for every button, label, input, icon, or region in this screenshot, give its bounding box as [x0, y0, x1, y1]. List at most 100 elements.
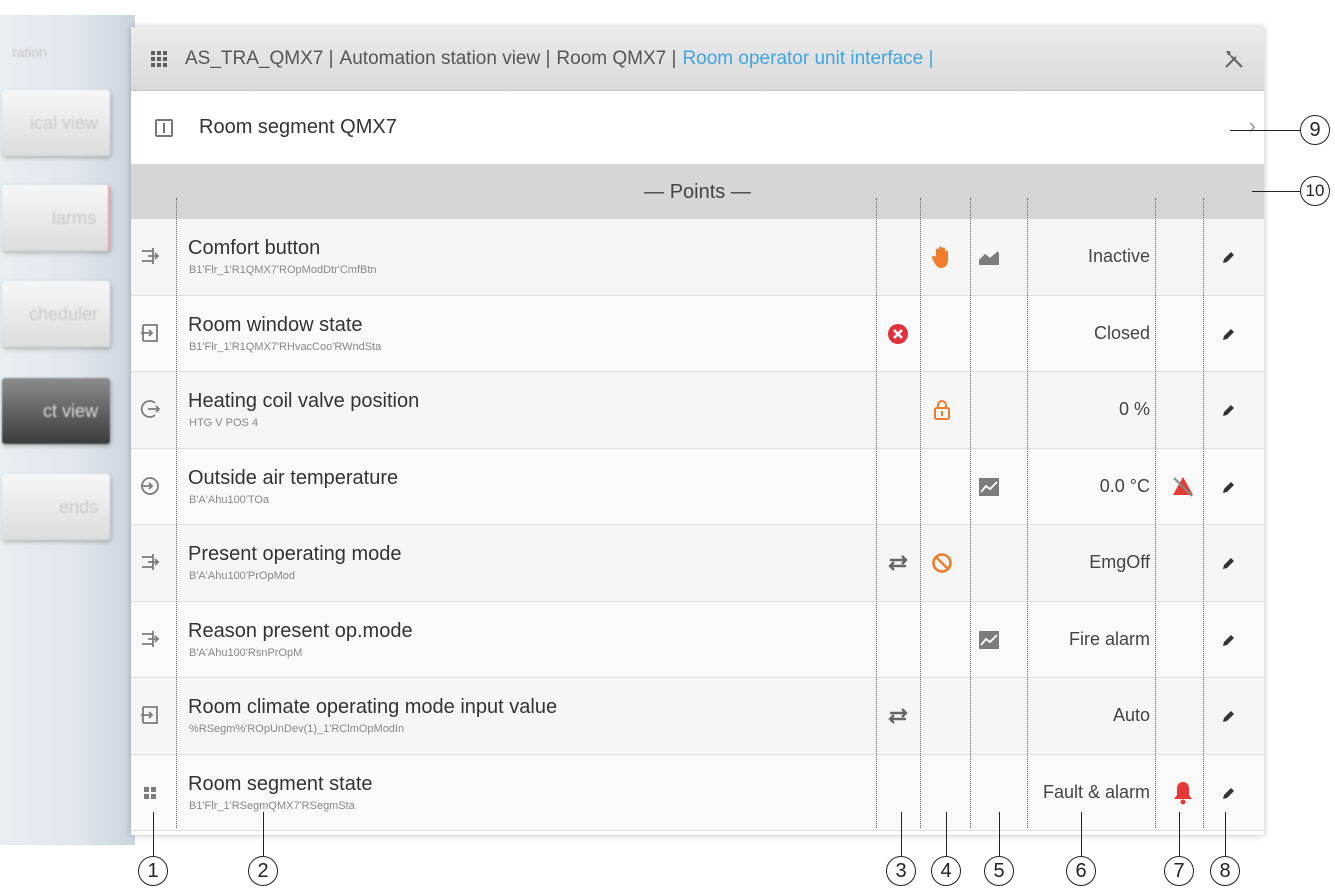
trend-chart-icon[interactable]: [974, 626, 1004, 654]
transfer-arrows-icon: [883, 549, 913, 577]
point-row-comfort-button[interactable]: Comfort button B1'Flr_1'R1QMX7'ROpModDtr…: [131, 219, 1264, 296]
column-separator: [1155, 198, 1156, 828]
point-row-present-operating-mode[interactable]: Present operating mode B'A'Ahu100'PrOpMo…: [131, 525, 1264, 602]
multistate-io-icon: [142, 630, 160, 647]
callout-6: 6: [1066, 856, 1096, 886]
point-value: 0.0 °C: [1099, 475, 1150, 496]
point-name: Present operating mode: [188, 543, 402, 565]
column-separator: [920, 198, 921, 828]
blocked-icon: [927, 549, 957, 577]
point-address: %RSegm%'ROpUnDev(1)_1'RClmOpModIn: [189, 723, 405, 735]
screen: ration ical view larms cheduler ct view …: [0, 0, 1335, 891]
point-name: Outside air temperature: [188, 466, 399, 489]
point-address: HTG V POS 4: [189, 417, 259, 429]
callout-leader: [1230, 130, 1300, 131]
point-value: Inactive: [1087, 246, 1150, 266]
analog-input-icon: [141, 476, 159, 495]
segment-state-icon: [144, 786, 156, 799]
edit-pencil-icon[interactable]: [1221, 557, 1235, 571]
trend-chart-icon[interactable]: [974, 243, 1004, 271]
callout-leader: [946, 812, 947, 856]
callout-4: 4: [931, 856, 961, 886]
point-row-room-climate-mode-input[interactable]: Room climate operating mode input value …: [131, 678, 1264, 755]
point-row-heating-coil-valve[interactable]: Heating coil valve position HTG V POS 4 …: [131, 372, 1264, 449]
point-name: Room climate operating mode input value: [188, 696, 558, 718]
point-address: B'A'Ahu100'PrOpMod: [189, 570, 295, 582]
multistate-io-icon: [142, 554, 160, 570]
apps-grid-icon[interactable]: [151, 50, 167, 67]
side-nav-item-trends[interactable]: ends: [2, 474, 110, 540]
binary-input-icon: [141, 706, 158, 724]
breadcrumb: AS_TRA_QMX7 | Automation station view | …: [185, 48, 939, 70]
alarm-bell-icon[interactable]: [1168, 779, 1198, 807]
transfer-arrows-icon: [883, 702, 913, 730]
edit-pencil-icon[interactable]: [1221, 404, 1235, 418]
point-value: Auto: [1112, 705, 1150, 725]
column-separator: [970, 198, 971, 828]
side-nav-item-alarms[interactable]: larms: [2, 185, 110, 251]
edit-pencil-icon[interactable]: [1221, 481, 1235, 495]
callout-10: 10: [1300, 176, 1330, 206]
point-address: B1'Flr_1'R1QMX7'RHvacCoo'RWndSta: [189, 340, 382, 353]
room-segment-row[interactable]: Room segment QMX7 ›: [131, 91, 1264, 165]
point-value: Closed: [1093, 322, 1150, 343]
side-nav-item-graphical-view[interactable]: ical view: [2, 90, 110, 156]
point-name: Heating coil valve position: [188, 390, 420, 412]
point-value: Fault & alarm: [1042, 781, 1150, 802]
point-name: Comfort button: [188, 237, 321, 259]
callout-leader: [1225, 812, 1226, 856]
point-value: 0 %: [1118, 399, 1150, 419]
side-nav-item-object-view[interactable]: ct view: [2, 378, 110, 444]
edit-pencil-icon[interactable]: [1221, 634, 1235, 648]
point-address: B1'Flr_1'R1QMX7'ROpModDtr'CmfBtn: [189, 264, 377, 276]
callout-8: 8: [1210, 856, 1240, 886]
callout-2: 2: [248, 856, 278, 886]
binary-input-icon: [141, 323, 158, 342]
alarm-muted-icon: [1168, 473, 1198, 501]
panel-icon: [155, 118, 173, 137]
panel-header: AS_TRA_QMX7 | Automation station view | …: [131, 27, 1264, 91]
edit-pencil-icon[interactable]: [1221, 787, 1235, 801]
points-section-header: — Points —: [131, 165, 1264, 219]
column-separator: [1027, 198, 1028, 828]
error-x-icon: [883, 320, 913, 348]
edit-pencil-icon[interactable]: [1221, 710, 1235, 724]
point-name: Room window state: [188, 313, 363, 336]
room-operator-panel: AS_TRA_QMX7 | Automation station view | …: [131, 27, 1264, 835]
callout-leader: [1081, 812, 1082, 856]
multistate-io-icon: [142, 248, 160, 264]
breadcrumb-room[interactable]: Room QMX7 |: [556, 48, 676, 70]
column-separator: [876, 198, 877, 828]
callout-7: 7: [1164, 856, 1194, 886]
points-list: Comfort button B1'Flr_1'R1QMX7'ROpModDtr…: [131, 219, 1264, 831]
point-row-outside-air-temperature[interactable]: Outside air temperature B'A'Ahu100'TOa 0…: [131, 448, 1264, 525]
breadcrumb-station-view[interactable]: Automation station view |: [340, 48, 551, 70]
edit-pencil-icon[interactable]: [1221, 251, 1235, 265]
chevron-right-icon[interactable]: ›: [1249, 113, 1256, 139]
callout-leader: [901, 812, 902, 856]
column-separator: [176, 198, 177, 828]
callout-1: 1: [138, 856, 168, 886]
point-name: Room segment state: [188, 772, 373, 795]
point-row-reason-present-op-mode[interactable]: Reason present op.mode B'A'Ahu100'RsnPrO…: [131, 601, 1264, 678]
point-address: B1'Flr_1'RSegmQMX7'RSegmSta: [189, 799, 355, 812]
callout-leader: [1179, 812, 1180, 856]
edit-pencil-icon[interactable]: [1221, 328, 1235, 342]
point-value: EmgOff: [1089, 552, 1150, 572]
point-name: Reason present op.mode: [188, 619, 413, 642]
callout-leader: [263, 812, 264, 856]
lock-icon: [927, 396, 957, 424]
side-nav-item-scheduler[interactable]: cheduler: [2, 281, 110, 347]
trend-chart-icon[interactable]: [974, 473, 1004, 501]
callout-leader: [999, 812, 1000, 856]
point-row-room-segment-state[interactable]: Room segment state B1'Flr_1'RSegmQMX7'RS…: [131, 754, 1264, 831]
point-row-room-window-state[interactable]: Room window state B1'Flr_1'R1QMX7'RHvacC…: [131, 295, 1264, 372]
side-nav-title: ration: [12, 44, 48, 60]
point-address: B'A'Ahu100'RsnPrOpM: [189, 646, 303, 659]
callout-leader: [153, 812, 154, 856]
tools-icon[interactable]: [1222, 47, 1246, 71]
breadcrumb-automation-station[interactable]: AS_TRA_QMX7 |: [185, 48, 334, 70]
column-separator: [1203, 198, 1204, 828]
breadcrumb-current-page: Room operator unit interface |: [682, 47, 934, 69]
analog-output-icon: [140, 400, 161, 418]
